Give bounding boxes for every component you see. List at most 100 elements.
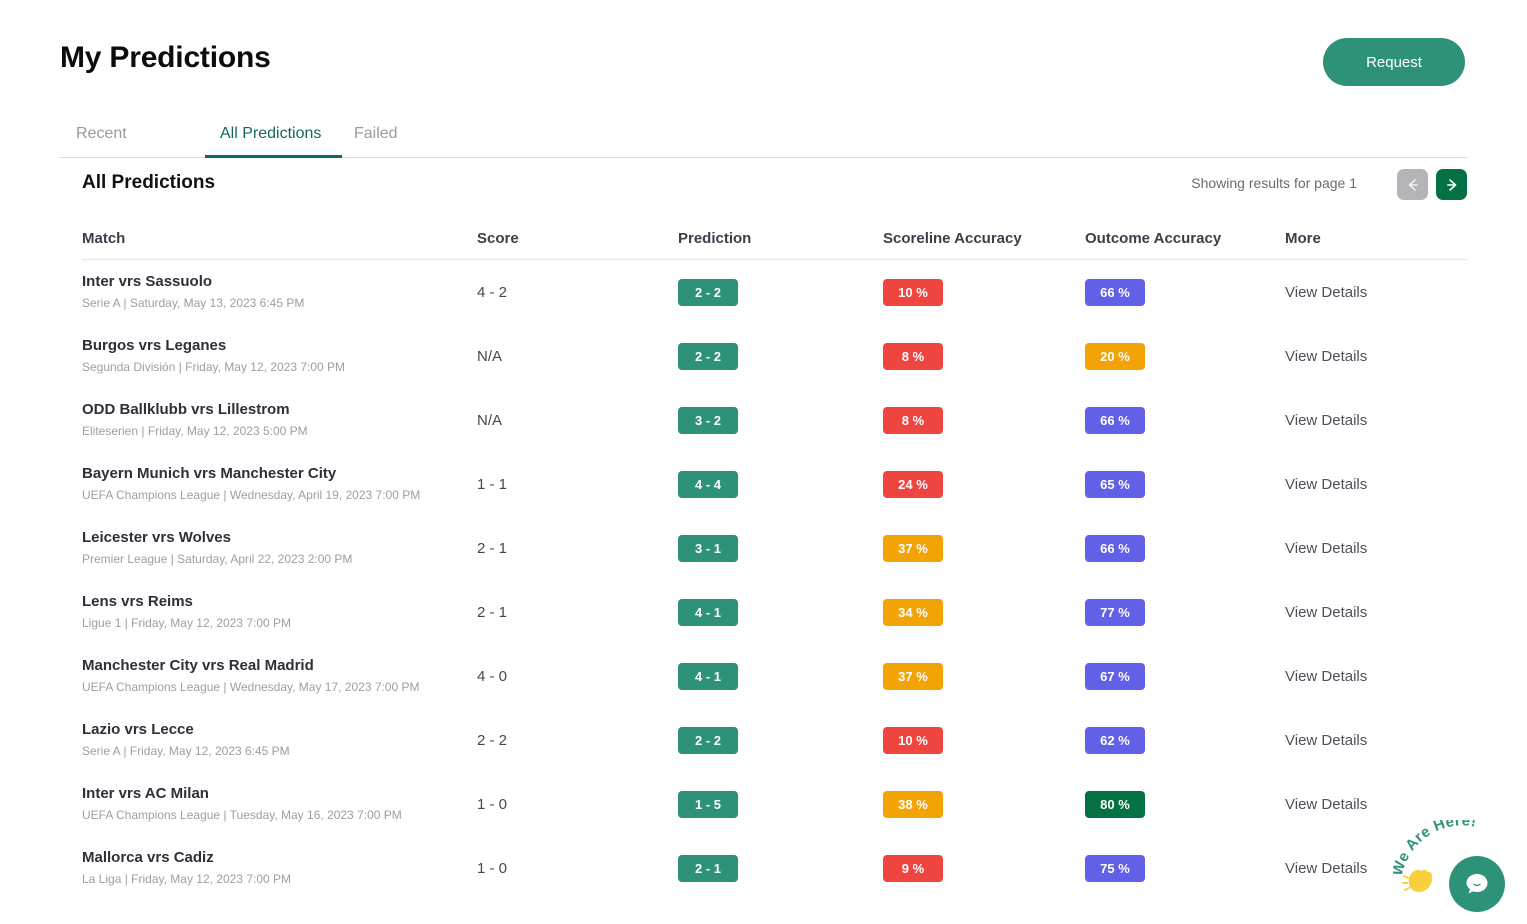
- prediction-badge: 2 - 2: [678, 278, 738, 306]
- prediction-badge: 2 - 1: [678, 854, 738, 882]
- table-row: Mallorca vrs Cadiz La Liga | Friday, May …: [82, 836, 1467, 900]
- prediction-cell: 4 - 1: [678, 580, 873, 644]
- match-cell: Bayern Munich vrs Manchester City UEFA Ch…: [82, 452, 472, 516]
- match-meta: Segunda División | Friday, May 12, 2023 …: [82, 360, 346, 374]
- view-details-link[interactable]: View Details: [1285, 260, 1465, 324]
- score-cell: N/A: [477, 347, 503, 365]
- prediction-cell: 1 - 5: [678, 772, 873, 836]
- outcome-accuracy-cell: 80 %: [1085, 772, 1280, 836]
- match-name: Manchester City vrs Real Madrid: [82, 657, 314, 674]
- scoreline-accuracy-badge: 37 %: [883, 662, 943, 690]
- match-meta: Ligue 1 | Friday, May 12, 2023 7:00 PM: [82, 616, 292, 630]
- scoreline-accuracy-cell: 24 %: [883, 452, 1078, 516]
- match-meta: Serie A | Saturday, May 13, 2023 6:45 PM: [82, 296, 305, 310]
- scoreline-accuracy-cell: 34 %: [883, 580, 1078, 644]
- match-meta: Premier League | Saturday, April 22, 202…: [82, 552, 353, 566]
- page-header: My Predictions Request: [60, 30, 1465, 96]
- table-body: Inter vrs Sassuolo Serie A | Saturday, Ma…: [82, 260, 1467, 900]
- prediction-cell: 3 - 2: [678, 388, 873, 452]
- match-name: Leicester vrs Wolves: [82, 529, 231, 546]
- column-header-prediction: Prediction: [678, 230, 752, 247]
- prediction-cell: 2 - 2: [678, 260, 873, 324]
- outcome-accuracy-cell: 66 %: [1085, 388, 1280, 452]
- scoreline-accuracy-badge: 38 %: [883, 790, 943, 818]
- table-row: Leicester vrs Wolves Premier League | Sat…: [82, 516, 1467, 580]
- chat-open-button[interactable]: [1449, 856, 1505, 912]
- chat-bubble-icon: [1466, 874, 1488, 894]
- outcome-accuracy-badge: 66 %: [1085, 534, 1145, 562]
- match-meta: UEFA Champions League | Wednesday, April…: [82, 488, 421, 502]
- scoreline-accuracy-cell: 10 %: [883, 708, 1078, 772]
- score-cell: 4 - 2: [477, 283, 508, 301]
- outcome-accuracy-cell: 65 %: [1085, 452, 1280, 516]
- table-row: Burgos vrs Leganes Segunda División | Fri…: [82, 324, 1467, 388]
- scoreline-accuracy-badge: 34 %: [883, 598, 943, 626]
- outcome-accuracy-badge: 75 %: [1085, 854, 1145, 882]
- scoreline-accuracy-cell: 10 %: [883, 260, 1078, 324]
- scoreline-accuracy-cell: 8 %: [883, 324, 1078, 388]
- outcome-accuracy-badge: 62 %: [1085, 726, 1145, 754]
- view-details-link[interactable]: View Details: [1285, 708, 1465, 772]
- outcome-accuracy-badge: 80 %: [1085, 790, 1145, 818]
- view-details-link[interactable]: View Details: [1285, 580, 1465, 644]
- outcome-accuracy-cell: 66 %: [1085, 260, 1280, 324]
- match-cell: Burgos vrs Leganes Segunda División | Fri…: [82, 324, 472, 388]
- outcome-accuracy-badge: 65 %: [1085, 470, 1145, 498]
- match-name: Lens vrs Reims: [82, 593, 193, 610]
- match-cell: Inter vrs AC Milan UEFA Champions League …: [82, 772, 472, 836]
- score-cell: 2 - 1: [477, 603, 508, 621]
- prediction-cell: 4 - 4: [678, 452, 873, 516]
- prediction-badge: 4 - 1: [678, 598, 738, 626]
- outcome-accuracy-cell: 75 %: [1085, 836, 1280, 900]
- column-header-score: Score: [477, 230, 519, 247]
- results-count-label: Showing results for page 1: [1191, 175, 1357, 191]
- table-row: Bayern Munich vrs Manchester City UEFA Ch…: [82, 452, 1467, 516]
- page-title: My Predictions: [60, 41, 271, 74]
- request-button[interactable]: Request: [1323, 38, 1465, 86]
- view-details-link[interactable]: View Details: [1285, 452, 1465, 516]
- outcome-accuracy-cell: 20 %: [1085, 324, 1280, 388]
- table-header-row: Match Score Prediction Scoreline Accurac…: [82, 228, 1467, 260]
- tab-recent[interactable]: Recent: [76, 110, 127, 157]
- view-details-link[interactable]: View Details: [1285, 516, 1465, 580]
- prediction-badge: 2 - 2: [678, 342, 738, 370]
- view-details-link[interactable]: View Details: [1285, 644, 1465, 708]
- prediction-cell: 4 - 1: [678, 644, 873, 708]
- prediction-cell: 2 - 1: [678, 836, 873, 900]
- predictions-table: Match Score Prediction Scoreline Accurac…: [82, 228, 1467, 900]
- outcome-accuracy-cell: 77 %: [1085, 580, 1280, 644]
- score-cell: 2 - 1: [477, 539, 508, 557]
- chat-widget: We Are Here!: [1393, 820, 1513, 918]
- active-tab-indicator: [205, 155, 342, 158]
- pagination: [1397, 169, 1467, 200]
- match-cell: Lens vrs Reims Ligue 1 | Friday, May 12, …: [82, 580, 472, 644]
- prediction-badge: 2 - 2: [678, 726, 738, 754]
- tab-all-predictions[interactable]: All Predictions: [220, 110, 321, 157]
- tab-failed[interactable]: Failed: [354, 110, 398, 157]
- match-name: Inter vrs Sassuolo: [82, 273, 213, 290]
- next-page-button[interactable]: [1436, 169, 1467, 200]
- section-title: All Predictions: [82, 172, 216, 193]
- outcome-accuracy-badge: 20 %: [1085, 342, 1145, 370]
- scoreline-accuracy-badge: 8 %: [883, 406, 943, 434]
- scoreline-accuracy-badge: 9 %: [883, 854, 943, 882]
- score-cell: N/A: [477, 411, 503, 429]
- match-meta: UEFA Champions League | Wednesday, May 1…: [82, 680, 420, 694]
- match-cell: ODD Ballklubb vrs Lillestrom Eliteserien …: [82, 388, 472, 452]
- scoreline-accuracy-badge: 37 %: [883, 534, 943, 562]
- view-details-link[interactable]: View Details: [1285, 324, 1465, 388]
- prediction-badge: 3 - 1: [678, 534, 738, 562]
- outcome-accuracy-badge: 77 %: [1085, 598, 1145, 626]
- score-cell: 4 - 0: [477, 667, 508, 685]
- table-row: Lazio vrs Lecce Serie A | Friday, May 12,…: [82, 708, 1467, 772]
- column-header-scoreline-accuracy: Scoreline Accuracy: [883, 230, 1022, 247]
- column-header-outcome-accuracy: Outcome Accuracy: [1085, 230, 1222, 247]
- score-cell: 1 - 1: [477, 475, 508, 493]
- view-details-link[interactable]: View Details: [1285, 388, 1465, 452]
- match-meta: Serie A | Friday, May 12, 2023 6:45 PM: [82, 744, 290, 758]
- score-cell: 1 - 0: [477, 859, 508, 877]
- table-row: Inter vrs Sassuolo Serie A | Saturday, Ma…: [82, 260, 1467, 324]
- outcome-accuracy-cell: 66 %: [1085, 516, 1280, 580]
- previous-page-button[interactable]: [1397, 169, 1428, 200]
- scoreline-accuracy-badge: 8 %: [883, 342, 943, 370]
